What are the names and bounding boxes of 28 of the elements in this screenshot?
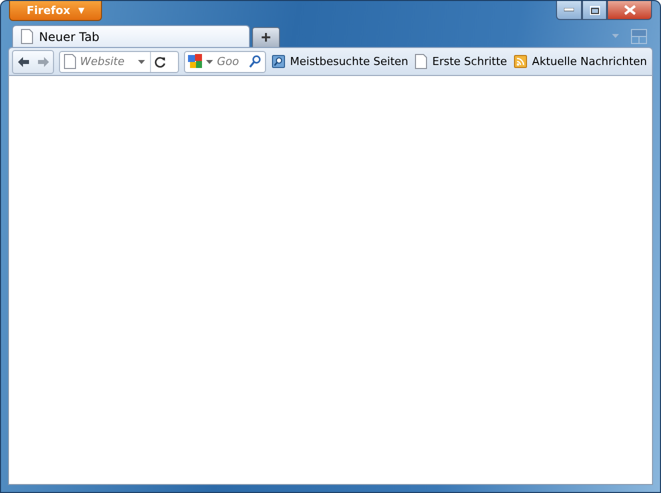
reload-icon[interactable] — [154, 56, 166, 68]
back-arrow-icon — [16, 56, 30, 68]
tab-title: Neuer Tab — [39, 30, 100, 44]
search-icon[interactable] — [249, 55, 261, 68]
maximize-icon — [590, 6, 600, 14]
close-icon — [624, 5, 636, 15]
search-field[interactable]: Goo — [213, 55, 249, 68]
bookmark-item[interactable]: Aktuelle Nachrichten — [513, 55, 648, 68]
maximize-button[interactable] — [582, 1, 607, 20]
bookmark-item[interactable]: Meistbesuchte Seiten — [271, 55, 410, 68]
tab[interactable]: Neuer Tab — [12, 25, 250, 47]
page-icon — [21, 29, 33, 44]
page-icon — [415, 54, 428, 69]
site-icon — [64, 54, 76, 69]
dropdown-arrow-icon[interactable] — [138, 60, 145, 64]
forward-arrow-icon — [36, 56, 50, 68]
bookmark-item[interactable]: Erste Schritte — [414, 54, 508, 69]
feed-icon — [514, 55, 528, 68]
minimize-icon — [564, 8, 574, 12]
minimize-button[interactable] — [556, 1, 582, 20]
search-folder-icon — [272, 55, 285, 68]
new-tab-button[interactable]: + — [252, 27, 280, 47]
google-logo-icon[interactable] — [188, 54, 203, 70]
address-bar[interactable]: Website — [59, 50, 179, 72]
dropdown-arrow-icon[interactable] — [206, 60, 213, 64]
address-field[interactable]: Website — [76, 55, 138, 68]
close-button[interactable] — [607, 1, 652, 20]
search-bar[interactable]: Goo — [184, 50, 266, 72]
